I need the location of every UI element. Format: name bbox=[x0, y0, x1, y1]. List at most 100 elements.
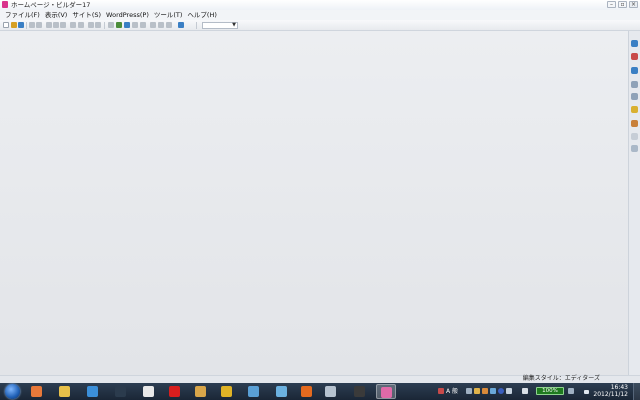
firefox-icon bbox=[301, 386, 312, 397]
paste-icon[interactable] bbox=[60, 22, 66, 28]
taskbar-app-button[interactable] bbox=[376, 384, 396, 399]
tray-expand-icon[interactable] bbox=[522, 388, 528, 394]
right-side-panel bbox=[628, 31, 640, 375]
windows-media-player-icon bbox=[31, 386, 42, 397]
cut-icon[interactable] bbox=[46, 22, 52, 28]
maximize-button[interactable]: ▫ bbox=[618, 1, 627, 8]
homepage-builder-app-icon[interactable] bbox=[2, 1, 8, 8]
homepage-builder-icon bbox=[381, 387, 392, 398]
settings-panel-icon[interactable] bbox=[631, 145, 638, 152]
html-tag-icon[interactable] bbox=[140, 22, 146, 28]
file-explorer-icon bbox=[59, 386, 70, 397]
taskbar-app-button[interactable] bbox=[272, 384, 292, 399]
pen-icon[interactable] bbox=[631, 120, 638, 127]
taskbar-app-button[interactable] bbox=[297, 384, 317, 399]
editor-area[interactable] bbox=[0, 31, 628, 375]
property-icon[interactable] bbox=[631, 67, 638, 74]
toolbar: ▼ bbox=[0, 20, 640, 31]
site-view-icon[interactable] bbox=[158, 22, 164, 28]
restore-icon: ▫ bbox=[620, 1, 625, 8]
windows-taskbar: A 般 100% 16:43 2012/11/12 bbox=[0, 383, 640, 400]
taskbar-app-button[interactable] bbox=[27, 384, 47, 399]
menu-site[interactable]: サイト(S) bbox=[70, 11, 103, 20]
yahoo-icon bbox=[169, 386, 180, 397]
edit-mode-icon[interactable] bbox=[166, 22, 172, 28]
close-icon: × bbox=[630, 1, 637, 8]
show-hidden-icons-icon[interactable] bbox=[584, 390, 589, 394]
transfer-icon[interactable] bbox=[150, 22, 156, 28]
taskbar-app-button[interactable] bbox=[191, 384, 211, 399]
minimize-icon: – bbox=[610, 1, 613, 8]
clock-time: 16:43 bbox=[610, 384, 628, 391]
menu-bar: ファイル(F) 表示(V) サイト(S) WordPress(P) ツール(T)… bbox=[0, 10, 640, 20]
menu-tools[interactable]: ツール(T) bbox=[152, 11, 185, 20]
page-list-icon[interactable] bbox=[631, 81, 638, 88]
ime-indicator[interactable]: A 般 bbox=[446, 388, 458, 395]
battery-indicator[interactable]: 100% bbox=[536, 387, 564, 395]
status-bar: 編集スタイル：エディターズ bbox=[0, 375, 640, 383]
print-icon[interactable] bbox=[29, 22, 35, 28]
check-icon[interactable] bbox=[78, 22, 84, 28]
insert-image-icon[interactable] bbox=[116, 22, 122, 28]
homepage-builder-dark-icon bbox=[354, 386, 365, 397]
window-title: ホームページ・ビルダー17 bbox=[11, 1, 91, 9]
internet-explorer-icon bbox=[87, 386, 98, 397]
system-clock[interactable]: 16:43 2012/11/12 bbox=[593, 384, 628, 398]
taskbar-app-button[interactable] bbox=[217, 384, 237, 399]
ime-dictionary-icon[interactable] bbox=[474, 388, 480, 394]
link-icon[interactable] bbox=[108, 22, 114, 28]
ime-tool-icon[interactable] bbox=[466, 388, 472, 394]
folder-icon[interactable] bbox=[631, 106, 638, 113]
layout-icon[interactable] bbox=[631, 93, 638, 100]
notification-count-icon[interactable] bbox=[498, 388, 504, 394]
note-icon[interactable] bbox=[631, 133, 638, 140]
find-icon[interactable] bbox=[70, 22, 76, 28]
system-tray: A 般 100% 16:43 2012/11/12 bbox=[432, 383, 640, 400]
save-icon[interactable] bbox=[18, 22, 24, 28]
menu-wordpress[interactable]: WordPress(P) bbox=[104, 11, 151, 20]
redo-icon[interactable] bbox=[95, 22, 101, 28]
task-app-icon bbox=[115, 386, 126, 397]
help-tray-icon[interactable] bbox=[490, 388, 496, 394]
caps-lock-icon[interactable] bbox=[506, 388, 512, 394]
desktop-screen: ホームページ・ビルダー17 – ▫ × ファイル(F) 表示(V) サイト(S)… bbox=[0, 0, 640, 400]
browser-preview-icon[interactable] bbox=[178, 22, 184, 28]
tool-app-icon bbox=[195, 386, 206, 397]
help-icon[interactable] bbox=[631, 40, 638, 47]
taskbar-app-button[interactable] bbox=[83, 384, 103, 399]
menu-help[interactable]: ヘルプ(H) bbox=[185, 11, 218, 20]
copy-icon[interactable] bbox=[53, 22, 59, 28]
preview-icon[interactable] bbox=[36, 22, 42, 28]
battery-percent: 100% bbox=[542, 388, 558, 394]
app-blue-icon bbox=[276, 386, 287, 397]
form-icon[interactable] bbox=[132, 22, 138, 28]
taskbar-app-button[interactable] bbox=[111, 384, 131, 399]
ime-pad-icon[interactable] bbox=[482, 388, 488, 394]
table-icon[interactable] bbox=[124, 22, 130, 28]
taskbar-app-button[interactable] bbox=[139, 384, 159, 399]
menu-view[interactable]: 表示(V) bbox=[43, 11, 70, 20]
style-select-dropdown[interactable]: ▼ bbox=[202, 22, 238, 29]
excel-like-app-icon bbox=[143, 386, 154, 397]
open-folder-icon[interactable] bbox=[11, 22, 17, 28]
toolbar-separator bbox=[26, 22, 27, 29]
edit-style-status: 編集スタイル：エディターズ bbox=[522, 375, 600, 382]
start-button[interactable] bbox=[5, 384, 20, 399]
taskbar-app-button[interactable] bbox=[321, 384, 341, 399]
window-app-icon bbox=[325, 386, 336, 397]
taskbar-app-button[interactable] bbox=[165, 384, 185, 399]
taskbar-app-button[interactable] bbox=[55, 384, 75, 399]
close-button[interactable]: × bbox=[629, 1, 638, 8]
menu-file[interactable]: ファイル(F) bbox=[3, 11, 42, 20]
material-icon[interactable] bbox=[631, 53, 638, 60]
taskbar-app-button[interactable] bbox=[244, 384, 264, 399]
new-page-icon[interactable] bbox=[3, 22, 9, 28]
power-icon[interactable] bbox=[568, 388, 574, 394]
tray-app-icon[interactable] bbox=[438, 388, 444, 394]
chrome-icon bbox=[221, 386, 232, 397]
undo-icon[interactable] bbox=[88, 22, 94, 28]
show-desktop-button[interactable] bbox=[633, 383, 640, 400]
minimize-button[interactable]: – bbox=[607, 1, 616, 8]
app-green-icon bbox=[248, 386, 259, 397]
taskbar-app-button[interactable] bbox=[350, 384, 370, 399]
